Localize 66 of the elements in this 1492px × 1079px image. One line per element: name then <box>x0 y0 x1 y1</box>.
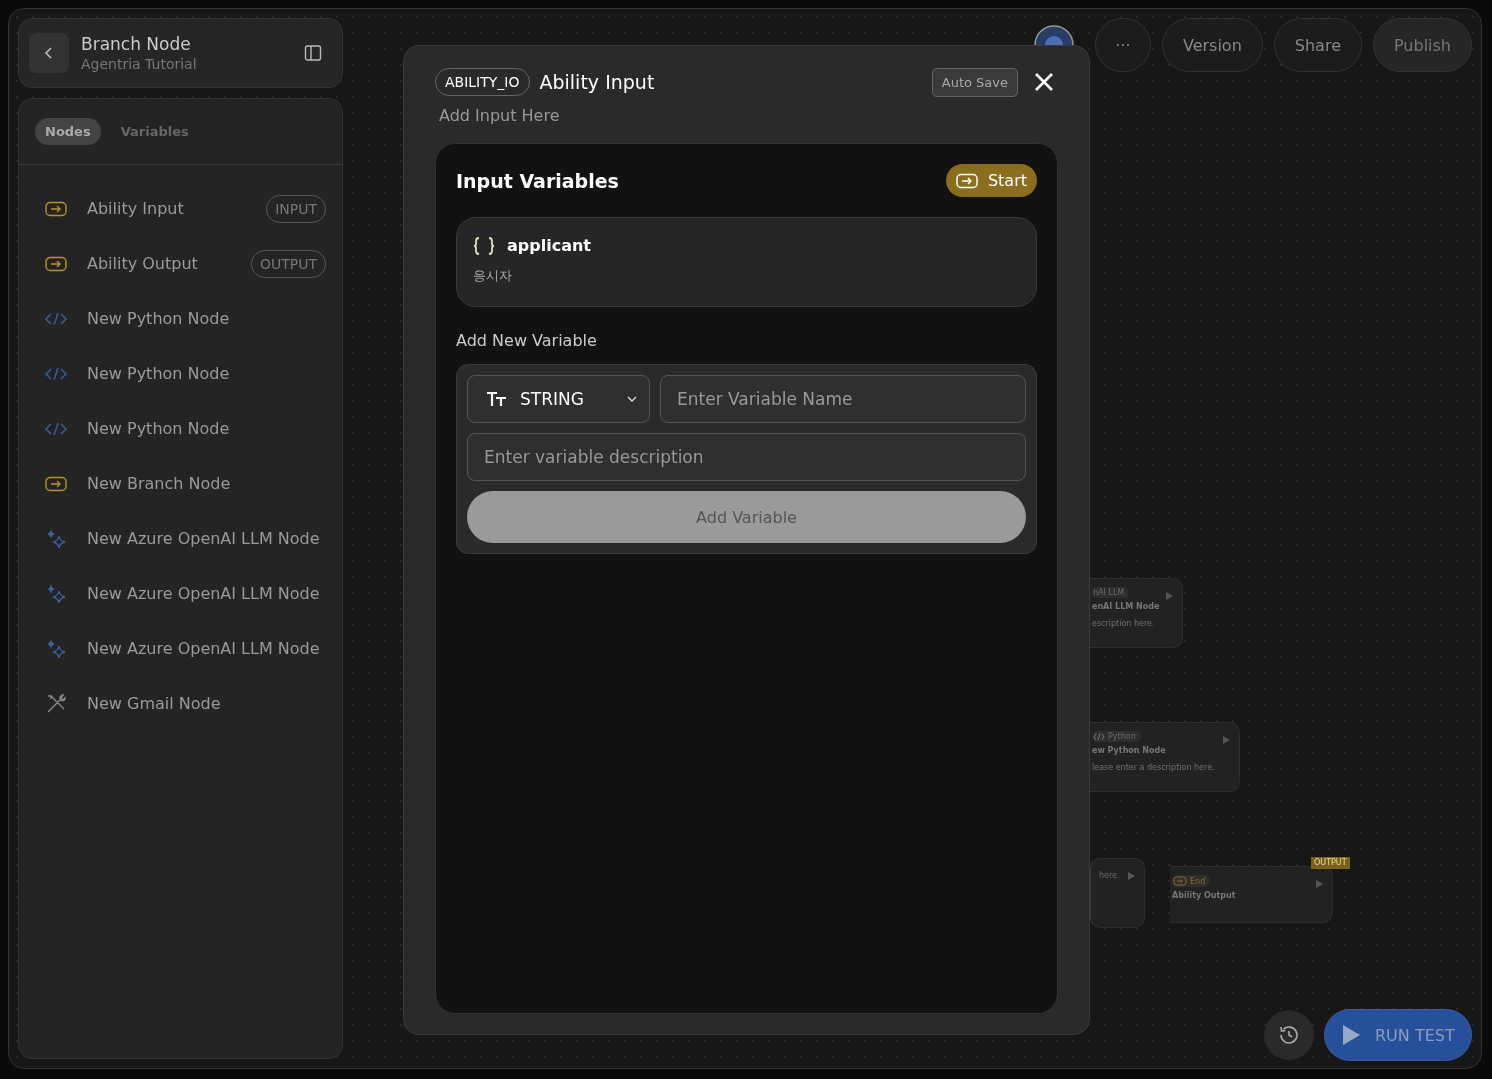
code-icon <box>45 366 67 381</box>
project-name: Agentria Tutorial <box>81 56 198 72</box>
node-title: Ability Output <box>1172 891 1236 900</box>
toolbar-button[interactable]: Share <box>1273 18 1362 72</box>
arrow-box-icon <box>45 475 67 492</box>
node-type-item[interactable]: New Branch Node <box>87 474 326 493</box>
code-icon <box>45 311 67 326</box>
node-type-item[interactable]: New Azure OpenAI LLM Node <box>87 584 326 603</box>
flow-title: Branch Node <box>81 34 192 54</box>
braces-icon <box>473 236 495 255</box>
canvas-node[interactable]: here. <box>1090 858 1145 928</box>
add-variable-button[interactable]: Add Variable <box>467 491 1026 543</box>
tools-icon <box>45 692 67 715</box>
toolbar-button[interactable]: Publish <box>1372 18 1472 72</box>
code-icon <box>45 421 67 436</box>
node-type-item[interactable]: New Azure OpenAI LLM Node <box>87 529 326 548</box>
arrow-box-icon <box>1173 876 1187 886</box>
variable-description: 응시자 <box>473 267 513 285</box>
port-icon <box>1223 736 1230 744</box>
canvas-node[interactable]: End Ability Output <box>1170 866 1333 923</box>
canvas-node[interactable]: Python ew Python Node lease enter a description here. <box>1090 722 1240 792</box>
sidebar-tab[interactable]: Variables <box>110 118 199 145</box>
port-icon <box>1128 872 1135 880</box>
node-type-item[interactable]: New Gmail Node <box>87 694 326 713</box>
text-type-icon <box>486 391 508 407</box>
history-button[interactable] <box>1264 1010 1314 1060</box>
sidebar-tab[interactable]: Nodes <box>35 118 101 145</box>
history-icon <box>1278 1024 1300 1046</box>
section-title: Input Variables <box>456 169 619 192</box>
node-title: enAI LLM Node <box>1092 602 1160 611</box>
node-description: lease enter a description here. <box>1092 763 1215 772</box>
description-field[interactable]: Enter variable description <box>467 433 1026 481</box>
run-test-button[interactable]: RUN TEST <box>1324 1009 1472 1061</box>
node-tag: End <box>1172 875 1211 887</box>
chevron-down-icon <box>627 396 637 402</box>
variable-name: applicant <box>507 236 591 255</box>
auto-save-button[interactable]: Auto Save <box>931 67 1018 97</box>
node-type-item[interactable]: Ability Output <box>87 254 231 273</box>
port-icon <box>1166 592 1173 600</box>
port-icon <box>1316 880 1323 888</box>
arrow-box-icon <box>45 200 67 217</box>
variable-name-field[interactable]: Enter Variable Name <box>660 375 1026 423</box>
node-type-item[interactable]: New Python Node <box>87 309 326 328</box>
dialog-subtitle: Add Input Here <box>439 106 561 125</box>
code-icon <box>1093 732 1105 741</box>
node-type-item[interactable]: Ability Input <box>87 199 247 218</box>
arrow-box-icon <box>955 172 978 189</box>
node-description: here. <box>1099 871 1120 880</box>
arrow-box-icon <box>45 255 67 272</box>
node-tag: Python <box>1092 731 1141 742</box>
variable-card[interactable]: applicant 응시자 <box>456 217 1037 307</box>
close-icon[interactable] <box>1034 72 1054 92</box>
toolbar-button[interactable]: Version <box>1161 18 1263 72</box>
type-select[interactable]: STRING <box>467 375 650 423</box>
node-type-item[interactable]: New Python Node <box>87 364 326 383</box>
start-button[interactable]: Start <box>945 164 1037 197</box>
node-description: escription here. <box>1092 619 1155 628</box>
node-title: ew Python Node <box>1092 746 1166 755</box>
dialog-title: Ability Input <box>539 71 656 93</box>
section-label: Add New Variable <box>456 331 598 350</box>
more-button[interactable]: ··· <box>1094 18 1151 72</box>
sidebar-toggle-icon[interactable] <box>304 44 322 62</box>
node-type-item[interactable]: New Python Node <box>87 419 326 438</box>
play-icon <box>1341 1024 1361 1046</box>
node-badge: OUTPUT <box>1311 857 1350 869</box>
node-type-item[interactable]: New Azure OpenAI LLM Node <box>87 639 326 658</box>
